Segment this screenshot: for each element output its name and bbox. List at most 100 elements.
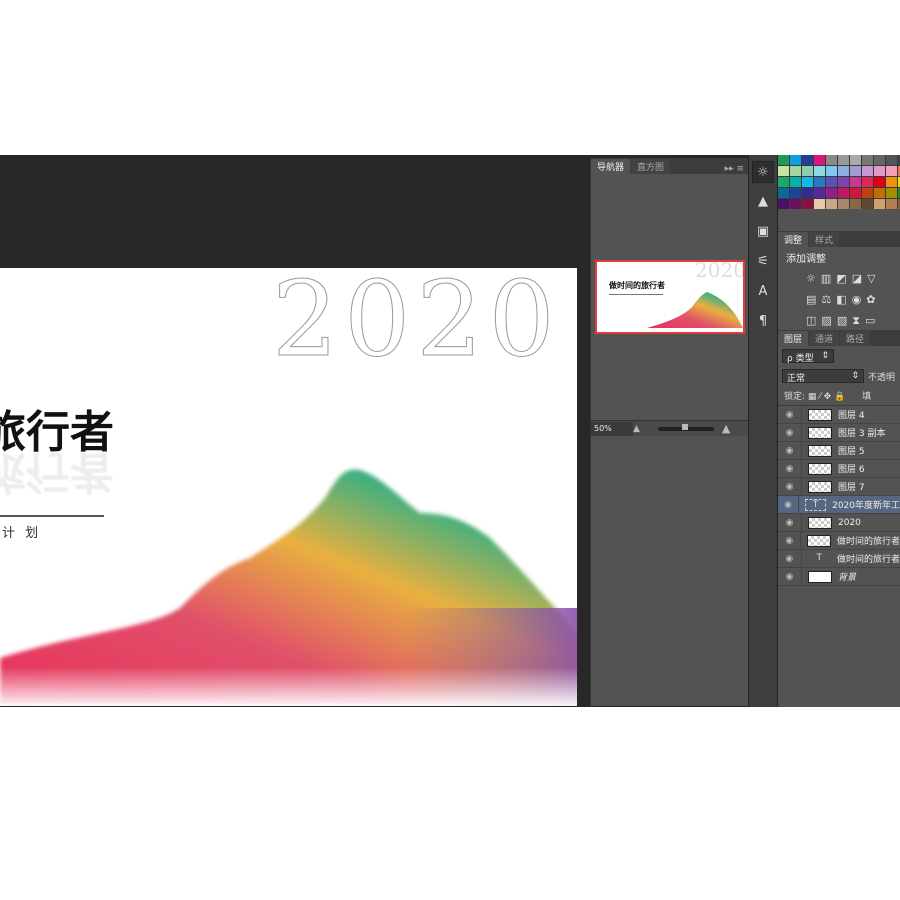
swatch[interactable]: [826, 177, 837, 187]
swatch[interactable]: [886, 177, 897, 187]
swatch[interactable]: [886, 155, 897, 165]
layer-filter-select[interactable]: ρ 类型 ⇕: [782, 349, 834, 364]
bw-icon[interactable]: ◧: [836, 293, 846, 306]
paragraph-dock-icon[interactable]: ¶: [752, 311, 774, 333]
swatch[interactable]: [826, 166, 837, 176]
gradient-map-icon[interactable]: ▭: [865, 314, 875, 328]
swatch[interactable]: [850, 155, 861, 165]
invert-icon[interactable]: ◫: [806, 314, 816, 328]
swatch[interactable]: [826, 199, 837, 209]
visibility-eye-icon[interactable]: ◉: [778, 477, 802, 496]
swatch[interactable]: [838, 177, 849, 187]
swatch[interactable]: [874, 188, 885, 198]
visibility-eye-icon[interactable]: ◉: [778, 567, 802, 586]
layer-row[interactable]: ◉ 图层 6: [778, 459, 900, 478]
visibility-eye-icon[interactable]: ◉: [778, 423, 802, 442]
swatch[interactable]: [778, 155, 789, 165]
tab-paths[interactable]: 路径: [840, 331, 871, 346]
swatch[interactable]: [886, 199, 897, 209]
swatch[interactable]: [778, 199, 789, 209]
swatch[interactable]: [862, 199, 873, 209]
swatch[interactable]: [850, 199, 861, 209]
posterize-icon[interactable]: ▨: [821, 314, 831, 328]
swatch[interactable]: [874, 155, 885, 165]
curves-icon[interactable]: ◩: [836, 272, 846, 285]
layer-row[interactable]: ◉ T 2020年度新年工: [778, 495, 900, 514]
layer-row[interactable]: ◉ 图层 3 副本: [778, 423, 900, 442]
swatch[interactable]: [790, 199, 801, 209]
swatch[interactable]: [862, 188, 873, 198]
photo-filter-icon[interactable]: ◉: [852, 293, 862, 306]
swatch[interactable]: [850, 177, 861, 187]
swatch[interactable]: [778, 177, 789, 187]
layer-row[interactable]: ◉ 背景: [778, 567, 900, 586]
swatch[interactable]: [838, 188, 849, 198]
swatch[interactable]: [826, 155, 837, 165]
swatch[interactable]: [862, 155, 873, 165]
tab-adjustments[interactable]: 调整: [778, 232, 809, 247]
swatch[interactable]: [802, 177, 813, 187]
exposure-icon[interactable]: ◪: [852, 272, 862, 285]
zoom-in-icon[interactable]: ▲: [722, 422, 730, 435]
visibility-eye-icon[interactable]: ◉: [778, 495, 799, 514]
swatch[interactable]: [790, 188, 801, 198]
tab-channels[interactable]: 通道: [809, 331, 840, 346]
brush-settings-dock-icon[interactable]: ⚟: [752, 251, 774, 273]
swatch[interactable]: [790, 155, 801, 165]
swatch[interactable]: [862, 166, 873, 176]
visibility-eye-icon[interactable]: ◉: [778, 405, 802, 424]
document-canvas[interactable]: 2020 旅行者 旅行者 计 划: [0, 268, 577, 706]
vibrance-icon[interactable]: ▽: [867, 272, 875, 285]
swatch[interactable]: [790, 177, 801, 187]
swatch[interactable]: [886, 166, 897, 176]
swatch[interactable]: [862, 177, 873, 187]
swatch[interactable]: [814, 155, 825, 165]
visibility-eye-icon[interactable]: ◉: [778, 531, 802, 550]
zoom-slider[interactable]: [657, 423, 714, 431]
swatch[interactable]: [886, 188, 897, 198]
layer-row[interactable]: ◉ T 做时间的旅行者: [778, 549, 900, 568]
layer-row[interactable]: ◉ 2020: [778, 513, 900, 532]
swatch[interactable]: [802, 199, 813, 209]
tab-navigator[interactable]: 导航器: [591, 159, 631, 174]
mixer-icon[interactable]: ✿: [866, 293, 875, 306]
swatch[interactable]: [778, 166, 789, 176]
zoom-level-field[interactable]: 50%: [591, 421, 633, 436]
tab-layers[interactable]: 图层: [778, 331, 809, 346]
swatch[interactable]: [802, 188, 813, 198]
adjustments-dock-icon[interactable]: ☼: [752, 161, 774, 183]
balance-icon[interactable]: ⚖: [821, 293, 831, 306]
swatch[interactable]: [814, 188, 825, 198]
layer-row[interactable]: ◉ 图层 7: [778, 477, 900, 496]
tab-histogram[interactable]: 直方图: [631, 159, 671, 174]
swatch[interactable]: [814, 199, 825, 209]
swatch[interactable]: [838, 155, 849, 165]
swatch[interactable]: [778, 188, 789, 198]
swatch[interactable]: [814, 166, 825, 176]
selective-icon[interactable]: ⧗: [852, 314, 860, 328]
properties-dock-icon[interactable]: ▣: [752, 221, 774, 243]
swatch[interactable]: [874, 177, 885, 187]
panel-menu-icon[interactable]: ▸▸ ≡: [721, 164, 748, 174]
character-dock-icon[interactable]: A: [752, 281, 774, 303]
tab-styles[interactable]: 样式: [809, 232, 840, 247]
swatch[interactable]: [874, 199, 885, 209]
swatch[interactable]: [850, 188, 861, 198]
swatch[interactable]: [838, 166, 849, 176]
blend-mode-select[interactable]: 正常 ⇕: [782, 369, 864, 384]
visibility-eye-icon[interactable]: ◉: [778, 549, 802, 568]
visibility-eye-icon[interactable]: ◉: [778, 441, 802, 460]
levels-icon[interactable]: ▥: [821, 272, 831, 285]
swatch[interactable]: [814, 177, 825, 187]
swatch[interactable]: [850, 166, 861, 176]
swatches-grid[interactable]: [778, 155, 900, 209]
swatch[interactable]: [826, 188, 837, 198]
layer-row[interactable]: ◉ 图层 5: [778, 441, 900, 460]
layer-row[interactable]: ◉ 图层 4: [778, 405, 900, 424]
histogram-dock-icon[interactable]: ▲: [752, 191, 774, 213]
swatch[interactable]: [874, 166, 885, 176]
navigator-preview[interactable]: 2020 做时间的旅行者: [595, 260, 745, 334]
visibility-eye-icon[interactable]: ◉: [778, 513, 802, 532]
threshold-icon[interactable]: ▧: [837, 314, 847, 328]
swatch[interactable]: [790, 166, 801, 176]
